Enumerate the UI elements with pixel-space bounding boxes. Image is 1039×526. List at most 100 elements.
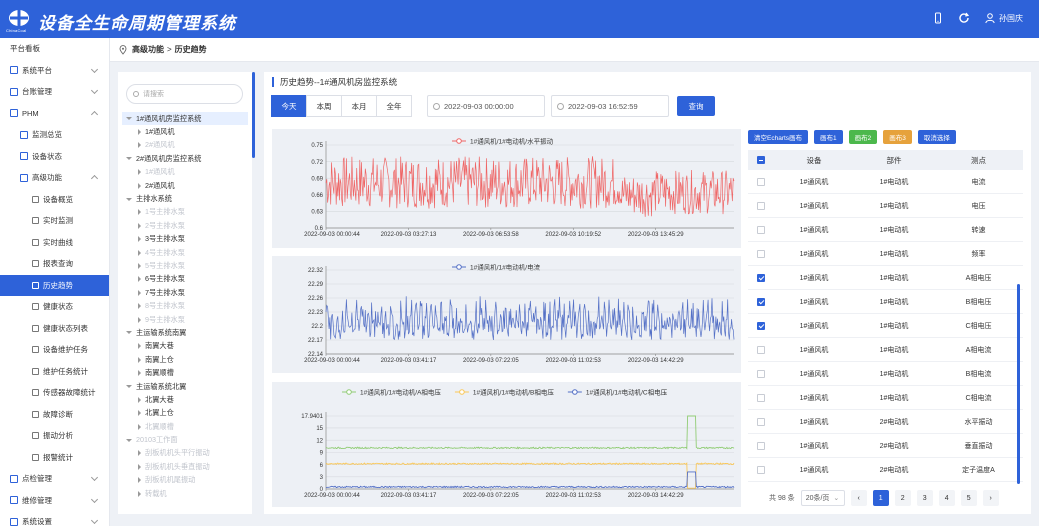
caret-right-icon[interactable] [138,450,141,457]
sidebar-item-7[interactable]: 设备概览 [0,189,109,211]
page-button-3[interactable]: 3 [916,490,933,506]
row-checkbox[interactable] [757,321,765,330]
sidebar-item-8[interactable]: 实时监测 [0,210,109,232]
select-all-checkbox[interactable] [757,156,765,164]
caret-right-icon[interactable] [138,276,141,283]
sidebar-item-9[interactable]: 实时曲线 [0,232,109,254]
canvas-button-1[interactable]: 画布1 [814,130,843,144]
table-row[interactable]: 1#通风机 1#电动机 电流 [748,170,1023,194]
canvas-button-3[interactable]: 画布3 [883,130,912,144]
legend-entry-2[interactable]: 1#通风机/1#电动机/C相电压 [567,388,668,397]
tree-node[interactable]: 南翼大巷 [122,340,248,353]
tree-node[interactable]: 1#通风机 [122,166,248,179]
caret-right-icon[interactable] [138,142,141,149]
legend-entry-0[interactable]: 1#通风机/1#电动机/A相电压 [342,388,441,397]
legend-entry-1[interactable]: 1#通风机/1#电动机/B相电压 [454,388,554,397]
tree-node[interactable]: 南翼顺槽 [122,366,248,379]
row-checkbox[interactable] [757,273,765,282]
table-row[interactable]: 1#通风机 1#电动机 C相电压 [748,314,1023,338]
tree-node[interactable]: 2号主排水泵 [122,219,248,232]
page-button-4[interactable]: 4 [938,490,955,506]
row-checkbox[interactable] [757,225,765,234]
tree-node[interactable]: 主运输系统北翼 [122,380,248,393]
caret-right-icon[interactable] [138,209,141,216]
tree-node[interactable]: 2#通风机 [122,179,248,192]
tree-node[interactable]: 刮板机机头平行振动 [122,447,248,460]
start-time-input[interactable]: 2022-09-03 00:00:00 [427,95,545,117]
tree-node[interactable]: 2#通风机房监控系统 [122,152,248,165]
user-menu[interactable]: 孙国庆 [984,12,1023,24]
row-checkbox[interactable] [757,393,765,402]
caret-down-icon[interactable] [126,331,132,335]
tree-node[interactable]: 刮板机机头垂直振动 [122,460,248,473]
table-row[interactable]: 1#通风机 1#电动机 A相电流 [748,338,1023,362]
tree-node[interactable]: 刮板机机尾振动 [122,474,248,487]
chart-canvas-3[interactable]: 1#通风机/1#电动机/A相电压 1#通风机/1#电动机/B相电压 1#通风机/1#… [272,382,741,507]
chart-canvas-1[interactable]: 1#通风机/1#电动机/水平振动 0.6 0.63 0.66 0.69 0.72 0.75 2… [272,129,741,248]
sidebar-item-3[interactable]: PHM [0,103,109,125]
row-checkbox[interactable] [757,465,765,474]
caret-right-icon[interactable] [138,490,141,497]
canvas-button-0[interactable]: 清空Echarts画布 [748,130,809,144]
caret-down-icon[interactable] [126,157,132,161]
tree-node[interactable]: 9号主排水泵 [122,313,248,326]
tree-node[interactable]: 5号主排水泵 [122,259,248,272]
sidebar-item-1[interactable]: 系统平台 [0,60,109,82]
table-row[interactable]: 1#通风机 1#电动机 电压 [748,194,1023,218]
tree-node[interactable]: 6号主排水泵 [122,273,248,286]
sidebar-item-12[interactable]: 健康状态 [0,296,109,318]
row-checkbox[interactable] [757,417,765,426]
sidebar-item-20[interactable]: 点检管理 [0,468,109,490]
caret-right-icon[interactable] [138,410,141,417]
caret-down-icon[interactable] [126,385,132,388]
caret-down-icon[interactable] [126,438,132,442]
caret-right-icon[interactable] [138,356,141,363]
row-checkbox[interactable] [757,345,765,354]
sidebar-item-2[interactable]: 台账管理 [0,81,109,103]
table-row[interactable]: 1#通风机 1#电动机 A相电压 [748,266,1023,290]
prev-page-button[interactable]: ‹ [850,490,867,506]
row-checkbox[interactable] [757,201,765,210]
range-tab-2[interactable]: 本月 [341,95,377,117]
sidebar-item-17[interactable]: 故障诊断 [0,404,109,426]
next-page-button[interactable]: › [982,490,999,506]
query-button[interactable]: 查询 [677,96,715,116]
tree-node[interactable]: 南翼上仓 [122,353,248,366]
table-row[interactable]: 1#通风机 2#电动机 水平振动 [748,410,1023,434]
caret-right-icon[interactable] [138,129,141,136]
chart-canvas-2[interactable]: 1#通风机/1#电动机/电流 22.14 22.17 22.2 22.23 22.26 22… [272,256,741,373]
mobile-icon[interactable] [932,12,944,24]
caret-right-icon[interactable] [138,289,141,296]
caret-right-icon[interactable] [138,396,141,403]
table-scrollbar[interactable] [1017,284,1020,484]
table-row[interactable]: 1#通风机 1#电动机 频率 [748,242,1023,266]
tree-node[interactable]: 3号主排水泵 [122,233,248,246]
caret-right-icon[interactable] [138,249,141,256]
caret-down-icon[interactable] [126,117,132,121]
tree-node[interactable]: 20103工作面 [122,433,248,446]
sidebar-item-13[interactable]: 健康状态列表 [0,318,109,340]
legend-entry-0[interactable]: 1#通风机/1#电动机/水平振动 [452,137,554,146]
page-button-5[interactable]: 5 [960,490,977,506]
caret-right-icon[interactable] [138,262,141,269]
tree-node[interactable]: 主运输系统南翼 [122,326,248,339]
sidebar-item-15[interactable]: 维护任务统计 [0,361,109,383]
table-row[interactable]: 1#通风机 1#电动机 B相电压 [748,290,1023,314]
caret-right-icon[interactable] [138,463,141,470]
table-row[interactable]: 1#通风机 1#电动机 B相电流 [748,362,1023,386]
sidebar-item-21[interactable]: 维修管理 [0,490,109,512]
caret-right-icon[interactable] [138,343,141,350]
tree-node[interactable]: 1#通风机 [122,125,248,138]
range-tab-3[interactable]: 全年 [376,95,412,117]
tree-node[interactable]: 1号主排水泵 [122,206,248,219]
row-checkbox[interactable] [757,249,765,258]
breadcrumb-root[interactable]: 高级功能 [132,44,164,55]
caret-right-icon[interactable] [138,182,141,189]
tree-node[interactable]: 7号主排水泵 [122,286,248,299]
sidebar-item-16[interactable]: 传感器故障统计 [0,382,109,404]
sidebar-item-6[interactable]: 高级功能 [0,167,109,189]
caret-right-icon[interactable] [138,303,141,310]
caret-down-icon[interactable] [126,197,132,201]
sidebar-item-22[interactable]: 系统设置 [0,511,109,526]
caret-right-icon[interactable] [138,423,141,430]
